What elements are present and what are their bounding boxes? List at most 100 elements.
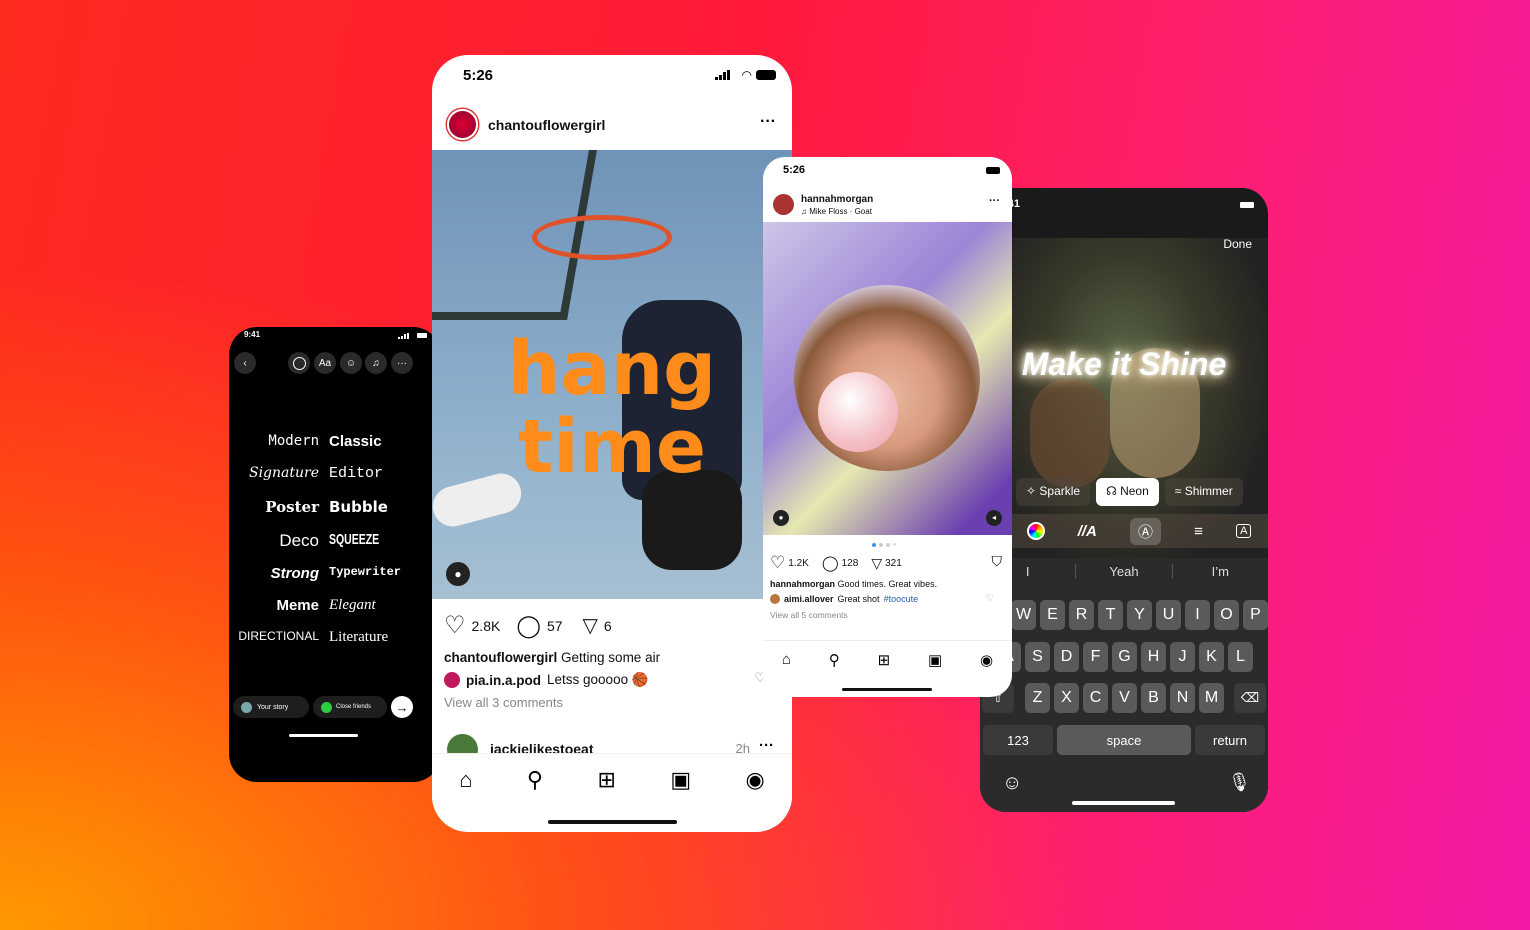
microphone-icon[interactable]: 🎙	[1228, 772, 1251, 793]
tagged-user-icon[interactable]: ●	[773, 510, 789, 526]
view-comments-link[interactable]: View all 3 comments	[444, 695, 563, 710]
profile-icon[interactable]: ◉	[746, 767, 765, 793]
color-picker-icon[interactable]	[1026, 522, 1045, 540]
circle-icon[interactable]	[288, 352, 310, 374]
tagged-user-icon[interactable]: ●	[446, 562, 470, 586]
comment-user[interactable]: aimi.allover	[784, 594, 834, 604]
delete-icon[interactable]: ⌫	[1234, 683, 1266, 713]
effect-shimmer[interactable]: ≈ Shimmer	[1164, 478, 1243, 506]
key-x[interactable]: X	[1054, 683, 1079, 713]
key-b[interactable]: B	[1141, 683, 1166, 713]
emoji-icon[interactable]: ☺	[1002, 772, 1022, 795]
key-v[interactable]: V	[1112, 683, 1137, 713]
font-modern[interactable]: Modern	[229, 433, 329, 450]
comment-like-icon[interactable]: ♡	[986, 593, 994, 604]
key-e[interactable]: E	[1040, 600, 1065, 630]
home-icon[interactable]: ⌂	[459, 767, 472, 793]
reels-icon[interactable]: ▣	[928, 651, 942, 669]
space-key[interactable]: space	[1057, 725, 1191, 755]
font-classic[interactable]: Classic	[329, 433, 441, 450]
suggestion[interactable]: I’m	[1173, 564, 1268, 579]
font-deco[interactable]: Deco	[229, 531, 329, 551]
numbers-key[interactable]: 123	[983, 725, 1053, 755]
reels-icon[interactable]: ▣	[670, 767, 691, 793]
home-icon[interactable]: ⌂	[782, 651, 791, 668]
key-t[interactable]: T	[1098, 600, 1123, 630]
more-icon[interactable]: ···	[391, 352, 413, 374]
key-g[interactable]: G	[1112, 642, 1137, 672]
more-icon[interactable]: ···	[760, 113, 776, 131]
neon-text[interactable]: Make it Shine	[980, 346, 1268, 383]
post-image[interactable]: ● ◂	[763, 222, 1012, 535]
post-image[interactable]: hang time ●	[432, 150, 792, 599]
create-icon[interactable]: ⊞	[597, 767, 615, 793]
sound-icon[interactable]: ◂	[986, 510, 1002, 526]
comment-icon[interactable]: ◯	[822, 554, 839, 572]
post-username[interactable]: hannahmorgan	[801, 194, 873, 205]
key-s[interactable]: S	[1025, 642, 1050, 672]
view-comments-link[interactable]: View all 5 comments	[770, 610, 848, 620]
key-d[interactable]: D	[1054, 642, 1079, 672]
effect-sparkle[interactable]: ✧ Sparkle	[1016, 478, 1091, 506]
key-z[interactable]: Z	[1025, 683, 1050, 713]
heart-icon[interactable]: ♡	[444, 611, 466, 640]
return-key[interactable]: return	[1195, 725, 1265, 755]
font-signature[interactable]: Signature	[229, 465, 329, 482]
font-directional[interactable]: DIRECTIONAL	[229, 629, 329, 646]
key-u[interactable]: U	[1156, 600, 1181, 630]
share-icon[interactable]: ▽	[871, 555, 882, 572]
music-icon[interactable]: ♫	[365, 352, 387, 374]
font-literature[interactable]: Literature	[329, 629, 441, 646]
align-icon[interactable]: ≡	[1194, 523, 1203, 540]
key-w[interactable]: W	[1011, 600, 1036, 630]
text-effect-icon[interactable]: Ⓐ	[1130, 517, 1162, 545]
music-label[interactable]: ♫ Mike Floss · Goat	[801, 207, 872, 216]
heart-icon[interactable]: ♡	[770, 553, 785, 573]
hashtag-link[interactable]: #toocute	[884, 594, 919, 604]
text-background-icon[interactable]: A	[1236, 524, 1252, 538]
search-icon[interactable]: ⚲	[829, 651, 840, 669]
avatar[interactable]	[447, 109, 478, 140]
key-o[interactable]: O	[1214, 600, 1239, 630]
create-icon[interactable]: ⊞	[878, 651, 891, 669]
font-bubble[interactable]: Bubble	[329, 498, 441, 516]
post-username[interactable]: chantouflowergirl	[488, 117, 605, 133]
key-i[interactable]: I	[1185, 600, 1210, 630]
share-icon[interactable]: ▽	[583, 613, 598, 638]
arrow-right-icon[interactable]: →	[391, 696, 413, 718]
text-style-button[interactable]: Aa	[314, 352, 336, 374]
close-friends-button[interactable]: Close friends	[313, 696, 387, 718]
key-k[interactable]: K	[1199, 642, 1224, 672]
profile-icon[interactable]: ◉	[980, 651, 993, 669]
caption-user[interactable]: hannahmorgan	[770, 579, 835, 589]
font-poster[interactable]: Poster	[229, 498, 329, 516]
key-c[interactable]: C	[1083, 683, 1108, 713]
key-p[interactable]: P	[1243, 600, 1268, 630]
key-l[interactable]: L	[1228, 642, 1253, 672]
font-editor[interactable]: Editor	[329, 465, 441, 482]
font-meme[interactable]: Meme	[229, 597, 329, 614]
key-y[interactable]: Y	[1127, 600, 1152, 630]
font-squeeze[interactable]: SQUEEZE	[329, 531, 407, 551]
comment-icon[interactable]: ◯	[516, 613, 541, 639]
key-r[interactable]: R	[1069, 600, 1094, 630]
font-elegant[interactable]: Elegant	[329, 597, 441, 614]
key-h[interactable]: H	[1141, 642, 1166, 672]
search-icon[interactable]: ⚲	[527, 767, 543, 793]
font-typewriter[interactable]: Typewriter	[329, 565, 441, 582]
comment-user[interactable]: pia.in.a.pod	[466, 673, 541, 688]
suggestion[interactable]: Yeah	[1075, 564, 1173, 579]
done-button[interactable]: Done	[1223, 237, 1252, 251]
bookmark-icon[interactable]: ⛉	[992, 553, 1003, 570]
caption-user[interactable]: chantouflowergirl	[444, 650, 557, 665]
more-icon[interactable]: ···	[759, 737, 774, 754]
key-n[interactable]: N	[1170, 683, 1195, 713]
effect-neon[interactable]: ☊ Neon	[1096, 478, 1159, 506]
avatar[interactable]	[773, 194, 794, 215]
key-j[interactable]: J	[1170, 642, 1195, 672]
sticker-icon[interactable]: ☺	[340, 352, 362, 374]
font-strong[interactable]: Strong	[229, 565, 329, 582]
back-button[interactable]: ‹	[234, 352, 256, 374]
more-icon[interactable]: ···	[989, 195, 1000, 207]
key-m[interactable]: M	[1199, 683, 1224, 713]
